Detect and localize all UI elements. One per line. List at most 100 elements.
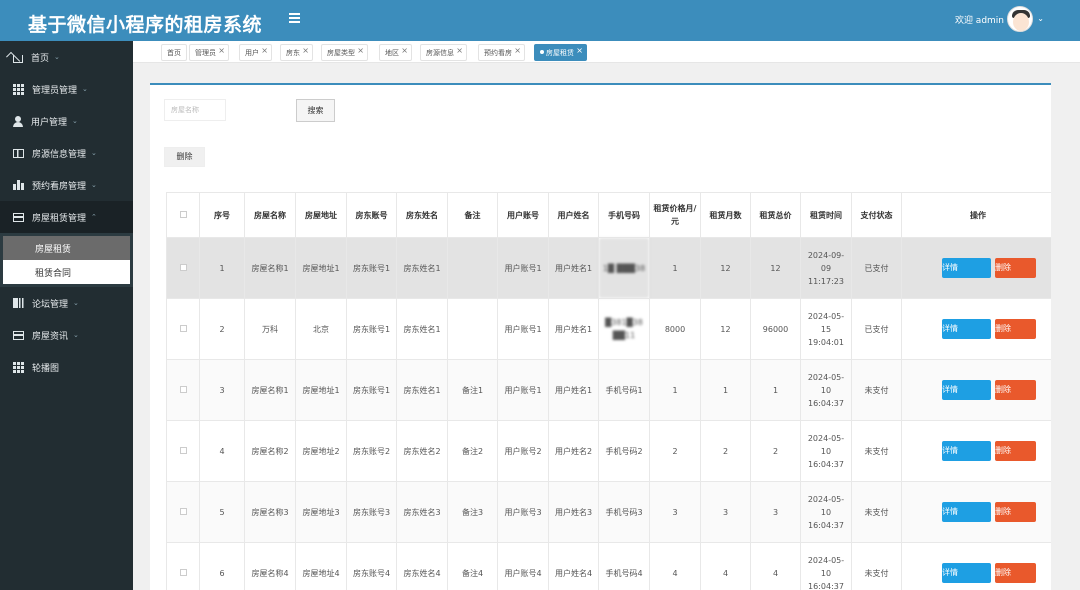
row-checkbox[interactable] <box>166 237 200 299</box>
sidebar-item-viewings[interactable]: 预约看房管理 ⌄ <box>0 169 133 201</box>
close-icon[interactable]: × <box>401 46 408 55</box>
close-icon[interactable]: × <box>514 46 521 55</box>
delete-button[interactable]: 删除 <box>995 441 1036 461</box>
sidebar-item-listings[interactable]: 房源信息管理 ⌄ <box>0 137 133 169</box>
close-icon[interactable]: × <box>456 46 463 55</box>
row-checkbox[interactable] <box>166 359 200 421</box>
table-row[interactable]: 3 房屋名称1 房屋地址1 房东账号1 房东姓名1 备注1 用户账号1 用户姓名1 手机号码1 1… <box>166 359 1051 421</box>
sidebar-item-label: 管理员管理 <box>32 85 78 96</box>
tab-landlord[interactable]: 房东 × <box>280 44 313 61</box>
sidebar-item-news[interactable]: 房屋资讯 ⌄ <box>0 319 133 351</box>
column-header: 支付状态 <box>851 192 902 238</box>
sidebar-item-admin[interactable]: 管理员管理 ⌄ <box>0 73 133 105</box>
detail-button[interactable]: 详情 <box>942 441 991 461</box>
table-row[interactable]: 6 房屋名称4 房屋地址4 房东账号4 房东姓名4 备注4 用户账号4 用户姓名4 手机号码4 4… <box>166 542 1051 590</box>
sidebar-item-rentals[interactable]: 房屋租赁管理 ⌃ <box>0 201 133 233</box>
sidebar-item-home[interactable]: 首页 ⌄ <box>0 41 133 73</box>
cell-user-name: 用户姓名1 <box>548 237 599 299</box>
submenu-item-rental[interactable]: 房屋租赁 <box>3 236 130 260</box>
cell-total: 4 <box>750 542 801 590</box>
tab-house-type[interactable]: 房屋类型 × <box>321 44 368 61</box>
sidebar: 首页 ⌄ 管理员管理 ⌄ 用户管理 ⌄ 房源信息管理 ⌄ 预约看房管理 ⌄ 房屋… <box>0 41 133 590</box>
batch-delete-button[interactable]: 删除 <box>164 147 205 167</box>
row-checkbox[interactable] <box>166 298 200 360</box>
cell-owner-name: 房东姓名3 <box>396 481 448 543</box>
cell-remark <box>447 298 498 360</box>
cell-house-name: 房屋名称3 <box>244 481 296 543</box>
tab-viewings[interactable]: 预约看房 × <box>478 44 525 61</box>
column-header: 房屋地址 <box>295 192 347 238</box>
tab-listings[interactable]: 房源信息 × <box>420 44 467 61</box>
cell-house-addr: 北京 <box>295 298 347 360</box>
close-icon[interactable]: × <box>576 46 583 55</box>
row-checkbox[interactable] <box>166 420 200 482</box>
home-icon <box>13 55 23 63</box>
cell-pay: 未支付 <box>851 481 902 543</box>
delete-button[interactable]: 删除 <box>995 563 1036 583</box>
delete-button[interactable]: 删除 <box>995 502 1036 522</box>
chevron-down-icon[interactable]: ⌄ <box>1037 14 1044 23</box>
column-header: 操作 <box>901 192 1051 238</box>
cell-phone: █381█38 ██11 <box>598 298 650 360</box>
delete-button[interactable]: 删除 <box>995 380 1036 400</box>
cell-months: 4 <box>700 542 751 590</box>
table-row[interactable]: 5 房屋名称3 房屋地址3 房东账号3 房东姓名3 备注3 用户账号3 用户姓名3 手机号码3 3… <box>166 481 1051 543</box>
select-all-checkbox[interactable] <box>166 192 200 238</box>
delete-button[interactable]: 删除 <box>995 258 1036 278</box>
detail-button[interactable]: 详情 <box>942 319 991 339</box>
cell-user-name: 用户姓名4 <box>548 542 599 590</box>
table-row[interactable]: 2 万科 北京 房东账号1 房东姓名1 用户账号1 用户姓名1 █381█38 ██11 800… <box>166 298 1051 360</box>
welcome-text: 欢迎 admin <box>954 16 1004 26</box>
column-header: 租赁总价 <box>750 192 801 238</box>
cell-price: 8000 <box>649 298 701 360</box>
tab-region[interactable]: 地区 × <box>379 44 412 61</box>
tab-home[interactable]: 首页 <box>161 44 187 61</box>
detail-button[interactable]: 详情 <box>942 502 991 522</box>
column-header: 租赁时间 <box>800 192 852 238</box>
search-input[interactable]: 房屋名称 <box>164 99 226 121</box>
sidebar-item-carousel[interactable]: 轮播图 <box>0 351 133 383</box>
cell-remark: 备注3 <box>447 481 498 543</box>
cell-actions: 详情 删除 <box>901 542 1051 590</box>
cell-owner-acct: 房东账号1 <box>346 298 397 360</box>
cell-months: 2 <box>700 420 751 482</box>
column-header: 手机号码 <box>598 192 650 238</box>
cell-months: 3 <box>700 481 751 543</box>
tab-admin[interactable]: 管理员 × <box>189 44 229 61</box>
tab-label: 房源信息 <box>426 49 454 57</box>
search-button[interactable]: 搜索 <box>296 99 335 122</box>
detail-button[interactable]: 详情 <box>942 258 991 278</box>
sidebar-item-users[interactable]: 用户管理 ⌄ <box>0 105 133 137</box>
delete-button[interactable]: 删除 <box>995 319 1036 339</box>
detail-button[interactable]: 详情 <box>942 563 991 583</box>
cell-user-acct: 用户账号4 <box>497 542 549 590</box>
avatar-icon[interactable] <box>1007 6 1033 32</box>
tab-label: 预约看房 <box>484 49 512 57</box>
cell-house-addr: 房屋地址1 <box>295 237 347 299</box>
hamburger-icon[interactable] <box>289 11 303 27</box>
detail-button[interactable]: 详情 <box>942 380 991 400</box>
table-row[interactable]: 4 房屋名称2 房屋地址2 房东账号2 房东姓名2 备注2 用户账号2 用户姓名2 手机号码2 2… <box>166 420 1051 482</box>
cell-actions: 详情 删除 <box>901 237 1051 299</box>
cell-pay: 已支付 <box>851 298 902 360</box>
sidebar-item-label: 房屋资讯 <box>32 331 69 342</box>
close-icon[interactable]: × <box>302 46 309 55</box>
close-icon[interactable]: × <box>218 46 225 55</box>
cell-house-addr: 房屋地址3 <box>295 481 347 543</box>
top-header: 基于微信小程序的租房系统 欢迎 admin ⌄ <box>0 0 1080 41</box>
cell-total: 2 <box>750 420 801 482</box>
cell-house-name: 房屋名称2 <box>244 420 296 482</box>
tab-users[interactable]: 用户 × <box>239 44 272 61</box>
table-row[interactable]: 1 房屋名称1 房屋地址1 房东账号1 房东姓名1 用户账号1 用户姓名1 1█ ███38 1… <box>166 237 1051 299</box>
close-icon[interactable]: × <box>357 46 364 55</box>
submenu-item-contract[interactable]: 租赁合同 <box>3 260 130 284</box>
close-icon[interactable]: × <box>261 46 268 55</box>
cell-no: 3 <box>199 359 245 421</box>
cell-owner-name: 房东姓名4 <box>396 542 448 590</box>
tab-rentals[interactable]: 房屋租赁 × <box>534 44 587 61</box>
cell-no: 2 <box>199 298 245 360</box>
sidebar-item-forum[interactable]: 论坛管理 ⌄ <box>0 287 133 319</box>
row-checkbox[interactable] <box>166 542 200 590</box>
row-checkbox[interactable] <box>166 481 200 543</box>
cell-months: 1 <box>700 359 751 421</box>
